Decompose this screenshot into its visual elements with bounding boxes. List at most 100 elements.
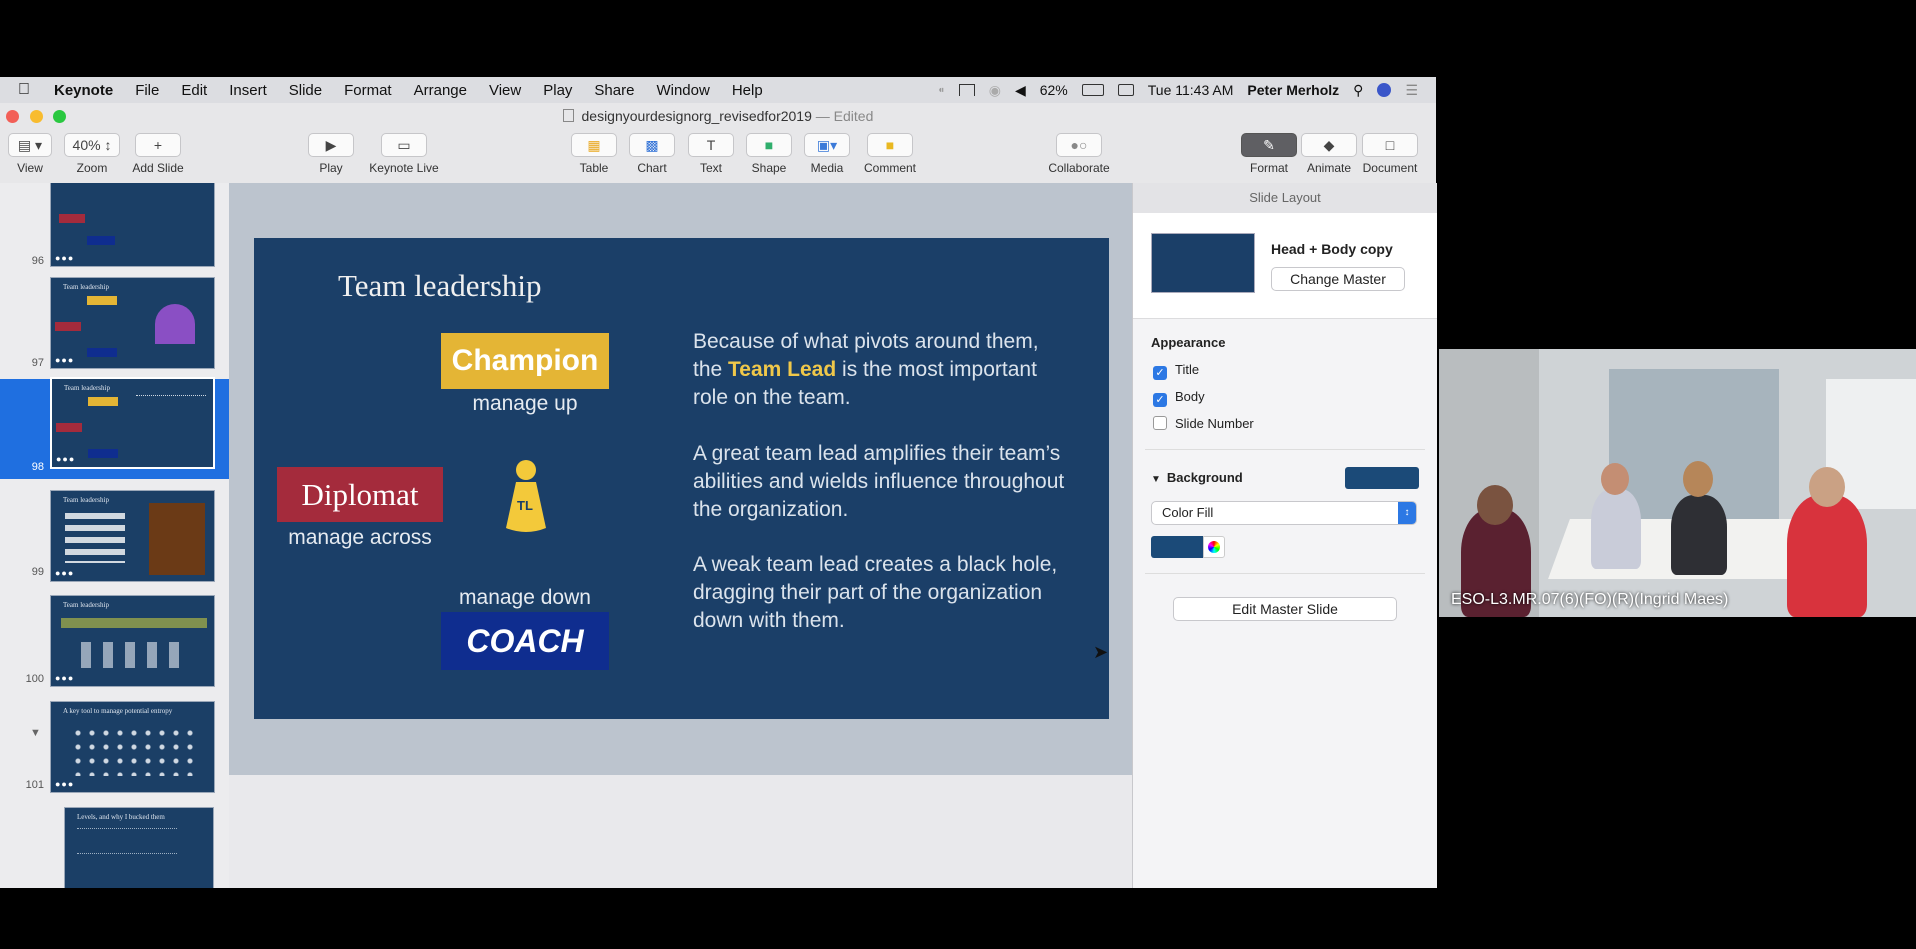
collaborate-button[interactable]: ●○ Collaborate	[1042, 133, 1116, 175]
mini-diagram	[71, 726, 201, 776]
mini-coach	[87, 236, 115, 245]
edit-master-slide-button[interactable]: Edit Master Slide	[1173, 597, 1397, 621]
diplomat-box[interactable]: Diplomat	[277, 467, 443, 522]
menu-edit[interactable]: Edit	[181, 82, 207, 99]
layout-thumbnail[interactable]	[1151, 233, 1255, 293]
add-slide-button[interactable]: + Add Slide	[130, 133, 186, 175]
menu-bar:  Keynote File Edit Insert Slide Format …	[0, 77, 1436, 103]
video-person-4	[1787, 495, 1867, 617]
shape-icon: ■	[746, 133, 792, 157]
change-master-button[interactable]: Change Master	[1271, 267, 1405, 291]
airplay-icon[interactable]	[958, 84, 975, 96]
shape-button[interactable]: ■ Shape	[744, 133, 794, 175]
table-button[interactable]: ▦ Table	[569, 133, 619, 175]
zoom-window-button[interactable]	[53, 110, 66, 123]
menu-share[interactable]: Share	[594, 82, 634, 99]
manage-up-label[interactable]: manage up	[441, 392, 609, 416]
slide-number-checkbox[interactable]	[1153, 416, 1167, 430]
mini-bar	[61, 618, 207, 628]
slide-thumbnail-101[interactable]: ▼ A key tool to manage potential entropy…	[0, 697, 229, 797]
play-icon: ▶	[308, 133, 354, 157]
fill-type-select[interactable]: Color Fill ↕	[1151, 501, 1417, 525]
menu-insert[interactable]: Insert	[229, 82, 267, 99]
champion-box[interactable]: Champion	[441, 333, 609, 389]
team-lead-figure-icon[interactable]: TL	[502, 458, 548, 534]
chart-button[interactable]: ▩ Chart	[627, 133, 677, 175]
toolbar: ▤ ▾ View 40% ↕ Zoom + Add Slide ▶ Play ▭…	[0, 129, 1436, 184]
mini-diplomat	[55, 322, 81, 331]
thumbnail-dots: ●●●	[55, 355, 75, 365]
slide-thumbnail-97[interactable]: Team leadership ●●● 97	[0, 275, 229, 375]
slide-thumbnail-96[interactable]: ●●● 96	[0, 183, 229, 273]
color-wheel-icon[interactable]	[1203, 536, 1225, 558]
background-color-well[interactable]	[1345, 467, 1419, 489]
menu-format[interactable]: Format	[344, 82, 392, 99]
status-area: ⁌ ◉ ◀ 62% Tue 11:43 AM Peter Merholz ⚲ ☰	[938, 82, 1436, 99]
slide-thumbnail-100[interactable]: Team leadership ●●● 100	[0, 591, 229, 691]
body-paragraph-2[interactable]: A great team lead amplifies their team’s…	[693, 440, 1073, 524]
clock[interactable]: Tue 11:43 AM	[1148, 82, 1234, 98]
fill-color-swatch[interactable]	[1151, 536, 1203, 558]
body-paragraph-3[interactable]: A weak team lead creates a black hole, d…	[693, 551, 1073, 635]
comment-button[interactable]: ■ Comment	[862, 133, 918, 175]
disclosure-triangle-icon[interactable]: ▼	[1151, 474, 1161, 485]
thumbnail-dots: ●●●	[56, 454, 76, 464]
bluetooth-icon[interactable]: ⁌	[938, 82, 945, 99]
slide-number: 96	[31, 255, 44, 267]
close-window-button[interactable]	[6, 110, 19, 123]
menu-view[interactable]: View	[489, 82, 521, 99]
slide-thumbnail-99[interactable]: Team leadership ●●● 99	[0, 484, 229, 584]
wifi-icon[interactable]: ◉	[989, 82, 1001, 99]
zoom-select[interactable]: 40% ↕	[64, 133, 120, 157]
body-paragraph-1[interactable]: Because of what pivots around them, the …	[693, 328, 1073, 412]
text-button[interactable]: T Text	[686, 133, 736, 175]
video-participant-label: ESO-L3.MR.07(6)(FO)(R)(Ingrid Maes)	[1451, 591, 1729, 608]
menu-window[interactable]: Window	[656, 82, 709, 99]
notification-center-icon[interactable]: ☰	[1405, 82, 1418, 99]
volume-icon[interactable]: ◀	[1015, 82, 1026, 99]
menu-arrange[interactable]: Arrange	[414, 82, 467, 99]
slide-number-checkbox-row[interactable]: Slide Number	[1153, 416, 1254, 431]
view-control[interactable]: ▤ ▾ View	[8, 133, 52, 175]
animate-tab[interactable]: ◆ Animate	[1300, 133, 1358, 175]
minimize-window-button[interactable]	[30, 110, 43, 123]
divider	[1145, 449, 1425, 450]
user-name[interactable]: Peter Merholz	[1247, 82, 1339, 98]
menu-help[interactable]: Help	[732, 82, 763, 99]
manage-across-label[interactable]: manage across	[277, 526, 443, 550]
background-heading[interactable]: ▼ Background	[1151, 470, 1243, 485]
format-tab[interactable]: ✎ Format	[1240, 133, 1298, 175]
body-checkbox-label: Body	[1175, 389, 1205, 404]
title-checkbox[interactable]: ✓	[1153, 366, 1167, 380]
battery-icon[interactable]	[1081, 84, 1104, 96]
mini-body-text	[77, 828, 177, 854]
slide-thumbnail-98[interactable]: Team leadership ●●● 98	[0, 377, 229, 479]
manage-down-label[interactable]: manage down	[441, 586, 609, 610]
title-checkbox-row[interactable]: ✓ Title	[1153, 362, 1199, 380]
play-label: Play	[319, 161, 343, 175]
keynote-live-button[interactable]: ▭ Keynote Live	[366, 133, 442, 175]
slide-number: 99	[31, 566, 44, 578]
spotlight-search-icon[interactable]: ⚲	[1353, 82, 1363, 99]
document-tab[interactable]: □ Document	[1360, 133, 1420, 175]
menu-file[interactable]: File	[135, 82, 159, 99]
menu-play[interactable]: Play	[543, 82, 572, 99]
screen-icon[interactable]	[1117, 84, 1134, 96]
body-checkbox[interactable]: ✓	[1153, 393, 1167, 407]
play-button[interactable]: ▶ Play	[306, 133, 356, 175]
slide-thumbnail-102[interactable]: Levels, and why I bucked them 102	[0, 801, 229, 888]
media-button[interactable]: ▣▾ Media	[802, 133, 852, 175]
coach-box[interactable]: COACH	[441, 612, 609, 670]
document-label: Document	[1362, 161, 1418, 175]
body-checkbox-row[interactable]: ✓ Body	[1153, 389, 1205, 407]
menu-app[interactable]: Keynote	[54, 82, 113, 99]
document-panel-icon: □	[1362, 133, 1418, 157]
menu-slide[interactable]: Slide	[289, 82, 322, 99]
zoom-control[interactable]: 40% ↕ Zoom	[64, 133, 120, 175]
slide-title[interactable]: Team leadership	[338, 268, 542, 304]
collapse-triangle-icon[interactable]: ▼	[30, 727, 41, 739]
document-title[interactable]: designyourdesignorg_revisedfor2019	[582, 108, 812, 124]
apple-icon[interactable]: 	[18, 81, 42, 99]
divider	[1145, 573, 1425, 574]
siri-icon[interactable]	[1377, 83, 1392, 97]
